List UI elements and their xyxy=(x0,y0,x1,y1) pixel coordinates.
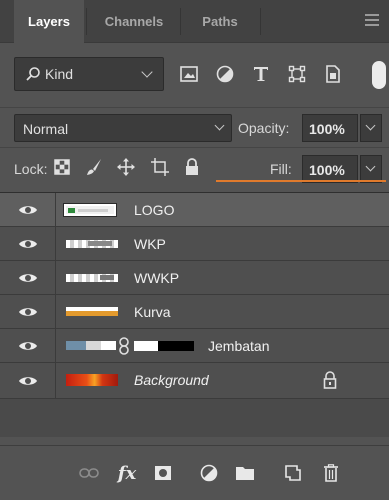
layers-bottom-toolbar: fx xyxy=(0,445,389,500)
opacity-input[interactable]: 100% xyxy=(302,114,358,142)
eye-icon xyxy=(18,274,37,282)
eye-icon xyxy=(18,342,37,350)
lock-artboard-icon[interactable] xyxy=(150,157,170,177)
opacity-label: Opacity: xyxy=(238,120,290,136)
visibility-toggle[interactable] xyxy=(0,295,56,329)
layer-mask-thumbnail[interactable] xyxy=(134,341,194,351)
chevron-down-icon xyxy=(365,120,376,131)
layer-thumbnail xyxy=(66,307,118,316)
layer-name: WKP xyxy=(134,236,166,252)
shape-filter-icon[interactable] xyxy=(286,63,308,85)
visibility-toggle[interactable] xyxy=(0,363,56,399)
delete-layer-trash-icon[interactable] xyxy=(320,462,342,484)
tab-channels[interactable]: Channels xyxy=(88,0,180,43)
layer-thumbnail xyxy=(66,240,118,248)
fill-input[interactable]: 100% xyxy=(302,155,358,183)
layer-thumbnail xyxy=(63,203,117,217)
filter-kind-select[interactable]: Kind xyxy=(14,57,164,91)
visibility-toggle[interactable] xyxy=(0,227,56,261)
layer-thumbnail xyxy=(66,274,118,282)
add-layer-mask-icon[interactable] xyxy=(152,462,174,484)
layer-filter-row: Kind xyxy=(0,57,389,93)
link-layers-icon[interactable] xyxy=(78,462,100,484)
layer-row-logo[interactable]: LOGO xyxy=(0,193,389,227)
layer-row-background[interactable]: Background xyxy=(0,363,389,399)
chain-link-icon[interactable] xyxy=(118,337,130,355)
lock-image-pixels-brush-icon[interactable] xyxy=(84,157,104,177)
eye-icon xyxy=(18,308,37,316)
blend-row: Normal Opacity: 100% xyxy=(0,107,389,143)
panel-tab-bar: Layers Channels Paths xyxy=(0,0,389,43)
filter-toggle-switch[interactable] xyxy=(372,61,386,89)
lock-transparent-pixels-icon[interactable] xyxy=(52,157,72,177)
opacity-value: 100% xyxy=(309,121,345,137)
layer-name: WWKP xyxy=(134,270,180,286)
new-layer-icon[interactable] xyxy=(282,462,304,484)
fill-value: 100% xyxy=(309,162,345,178)
tab-paths[interactable]: Paths xyxy=(180,0,260,43)
new-adjustment-layer-icon[interactable] xyxy=(198,462,220,484)
visibility-toggle[interactable] xyxy=(0,261,56,295)
annotation-arrow-line xyxy=(216,180,386,182)
visibility-toggle[interactable] xyxy=(0,193,56,227)
layer-row-kurva[interactable]: Kurva xyxy=(0,295,389,329)
layer-name: Kurva xyxy=(134,304,171,320)
layer-name: Jembatan xyxy=(208,338,270,354)
panel-menu-icon[interactable] xyxy=(365,14,379,28)
lock-label: Lock: xyxy=(14,161,48,177)
image-filter-icon[interactable] xyxy=(178,63,200,85)
layer-name: LOGO xyxy=(134,202,175,218)
tab-layers[interactable]: Layers xyxy=(14,0,84,43)
layers-list: LOGO WKP WWKP Kurva Jembatan Background xyxy=(0,192,389,437)
opacity-dropdown-button[interactable] xyxy=(360,114,382,142)
filter-kind-label: Kind xyxy=(45,66,74,82)
lock-all-icon[interactable] xyxy=(182,157,202,177)
search-icon xyxy=(26,67,40,81)
fill-dropdown-button[interactable] xyxy=(360,155,382,183)
type-filter-icon[interactable] xyxy=(250,63,272,85)
tab-divider xyxy=(260,8,261,35)
layer-thumbnail xyxy=(66,341,116,350)
visibility-toggle[interactable] xyxy=(0,329,56,363)
blend-mode-value: Normal xyxy=(23,121,69,137)
layer-style-fx-icon[interactable]: fx xyxy=(116,462,138,484)
adjustment-filter-icon[interactable] xyxy=(214,63,236,85)
layer-locked-icon xyxy=(323,371,337,389)
layer-name: Background xyxy=(134,372,209,388)
layer-row-jembatan[interactable]: Jembatan xyxy=(0,329,389,363)
new-group-folder-icon[interactable] xyxy=(234,462,256,484)
chevron-down-icon xyxy=(141,66,153,78)
blend-mode-select[interactable]: Normal xyxy=(14,114,232,142)
chevron-down-icon xyxy=(365,161,376,172)
layer-row-wkp[interactable]: WKP xyxy=(0,227,389,261)
eye-icon xyxy=(18,240,37,248)
layers-panel: Layers Channels Paths Kind Normal Opacit… xyxy=(0,0,389,500)
smart-object-filter-icon[interactable] xyxy=(322,63,344,85)
lock-position-move-icon[interactable] xyxy=(116,157,136,177)
chevron-down-icon xyxy=(214,120,225,131)
fill-label: Fill: xyxy=(270,161,292,177)
layer-row-wwkp[interactable]: WWKP xyxy=(0,261,389,295)
eye-icon xyxy=(18,377,37,385)
layer-thumbnail xyxy=(66,374,118,386)
eye-icon xyxy=(18,206,37,214)
tab-divider xyxy=(86,8,87,35)
